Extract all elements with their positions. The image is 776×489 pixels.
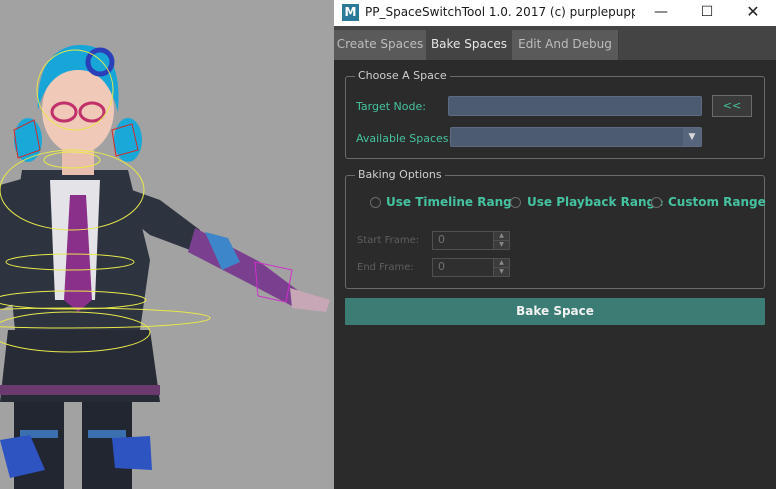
- spin-down-icon[interactable]: ▼: [494, 268, 509, 276]
- baking-options-group: Baking Options Use Timeline Range Use Pl…: [345, 168, 766, 289]
- radio-timeline-range-label[interactable]: Use Timeline Range: [386, 195, 520, 209]
- baking-options-title: Baking Options: [355, 168, 445, 181]
- character-rig-render: [0, 45, 330, 489]
- tool-window: M PP_SpaceSwitchTool 1.0. 2017 (c) purpl…: [334, 0, 776, 489]
- target-node-field[interactable]: [448, 96, 702, 116]
- spin-up-icon[interactable]: ▲: [494, 259, 509, 268]
- title-bar[interactable]: M PP_SpaceSwitchTool 1.0. 2017 (c) purpl…: [334, 0, 776, 26]
- radio-timeline-range[interactable]: [370, 197, 381, 208]
- choose-space-title: Choose A Space: [355, 69, 450, 82]
- maya-viewport[interactable]: [0, 0, 334, 489]
- target-node-label: Target Node:: [356, 100, 426, 113]
- minimize-icon[interactable]: —: [638, 0, 684, 26]
- maya-app-icon: M: [342, 4, 359, 21]
- tab-bake-spaces[interactable]: Bake Spaces: [426, 30, 513, 60]
- end-frame-value[interactable]: 0: [438, 260, 445, 273]
- start-frame-stepper[interactable]: ▲ ▼: [493, 232, 509, 249]
- maximize-icon[interactable]: ☐: [684, 0, 730, 26]
- radio-playback-range-label[interactable]: Use Playback Range: [527, 195, 663, 209]
- radio-playback-range[interactable]: [510, 197, 521, 208]
- bake-space-button[interactable]: Bake Space: [345, 298, 765, 325]
- pick-target-node-button[interactable]: <<: [712, 95, 752, 117]
- spin-down-icon[interactable]: ▼: [494, 241, 509, 249]
- tab-create-spaces[interactable]: Create Spaces: [334, 30, 427, 60]
- spin-up-icon[interactable]: ▲: [494, 232, 509, 241]
- available-spaces-label: Available Spaces:: [356, 132, 453, 145]
- close-icon[interactable]: ✕: [730, 0, 776, 26]
- start-frame-value[interactable]: 0: [438, 233, 445, 246]
- bake-spaces-panel: Choose A Space Target Node: << Available…: [334, 60, 776, 489]
- chevron-down-icon[interactable]: ▼: [683, 128, 701, 146]
- end-frame-label: End Frame:: [357, 262, 414, 273]
- radio-custom-range-label[interactable]: Custom Range: [668, 195, 766, 209]
- window-title: PP_SpaceSwitchTool 1.0. 2017 (c) purplep…: [365, 5, 635, 19]
- tab-bar: Create Spaces Bake Spaces Edit And Debug: [334, 26, 776, 60]
- end-frame-spinbox[interactable]: 0 ▲ ▼: [432, 258, 510, 277]
- radio-custom-range[interactable]: [651, 197, 662, 208]
- start-frame-spinbox[interactable]: 0 ▲ ▼: [432, 231, 510, 250]
- end-frame-stepper[interactable]: ▲ ▼: [493, 259, 509, 276]
- choose-space-group: Choose A Space Target Node: << Available…: [345, 69, 765, 159]
- start-frame-label: Start Frame:: [357, 235, 420, 246]
- tab-edit-and-debug[interactable]: Edit And Debug: [512, 30, 619, 60]
- available-spaces-dropdown[interactable]: ▼: [450, 127, 702, 147]
